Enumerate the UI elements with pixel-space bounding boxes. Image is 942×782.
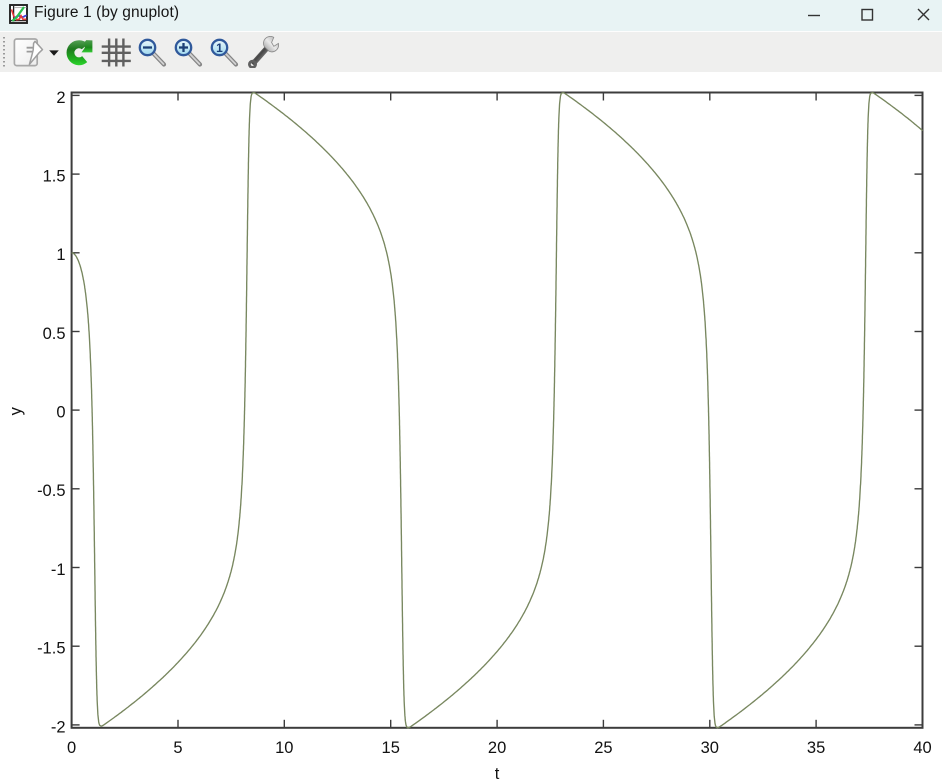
svg-text:30: 30 [701, 739, 719, 757]
svg-text:y: y [7, 406, 25, 415]
svg-text:10: 10 [275, 739, 293, 757]
svg-text:t: t [495, 765, 500, 782]
svg-text:25: 25 [594, 739, 612, 757]
svg-text:-0.5: -0.5 [37, 482, 65, 500]
svg-text:-1.5: -1.5 [37, 640, 65, 658]
svg-text:40: 40 [913, 739, 931, 757]
svg-text:15: 15 [382, 739, 400, 757]
svg-text:0: 0 [67, 739, 76, 757]
svg-text:35: 35 [807, 739, 825, 757]
svg-text:0: 0 [56, 404, 65, 422]
svg-text:5: 5 [173, 739, 182, 757]
svg-text:1: 1 [216, 41, 223, 55]
svg-text:-1: -1 [51, 561, 66, 579]
svg-text:2: 2 [56, 89, 65, 107]
svg-text:-2: -2 [51, 718, 66, 736]
svg-text:0.5: 0.5 [43, 325, 66, 343]
svg-text:1: 1 [56, 246, 65, 264]
svg-text:1.5: 1.5 [43, 168, 66, 186]
svg-text:20: 20 [488, 739, 506, 757]
